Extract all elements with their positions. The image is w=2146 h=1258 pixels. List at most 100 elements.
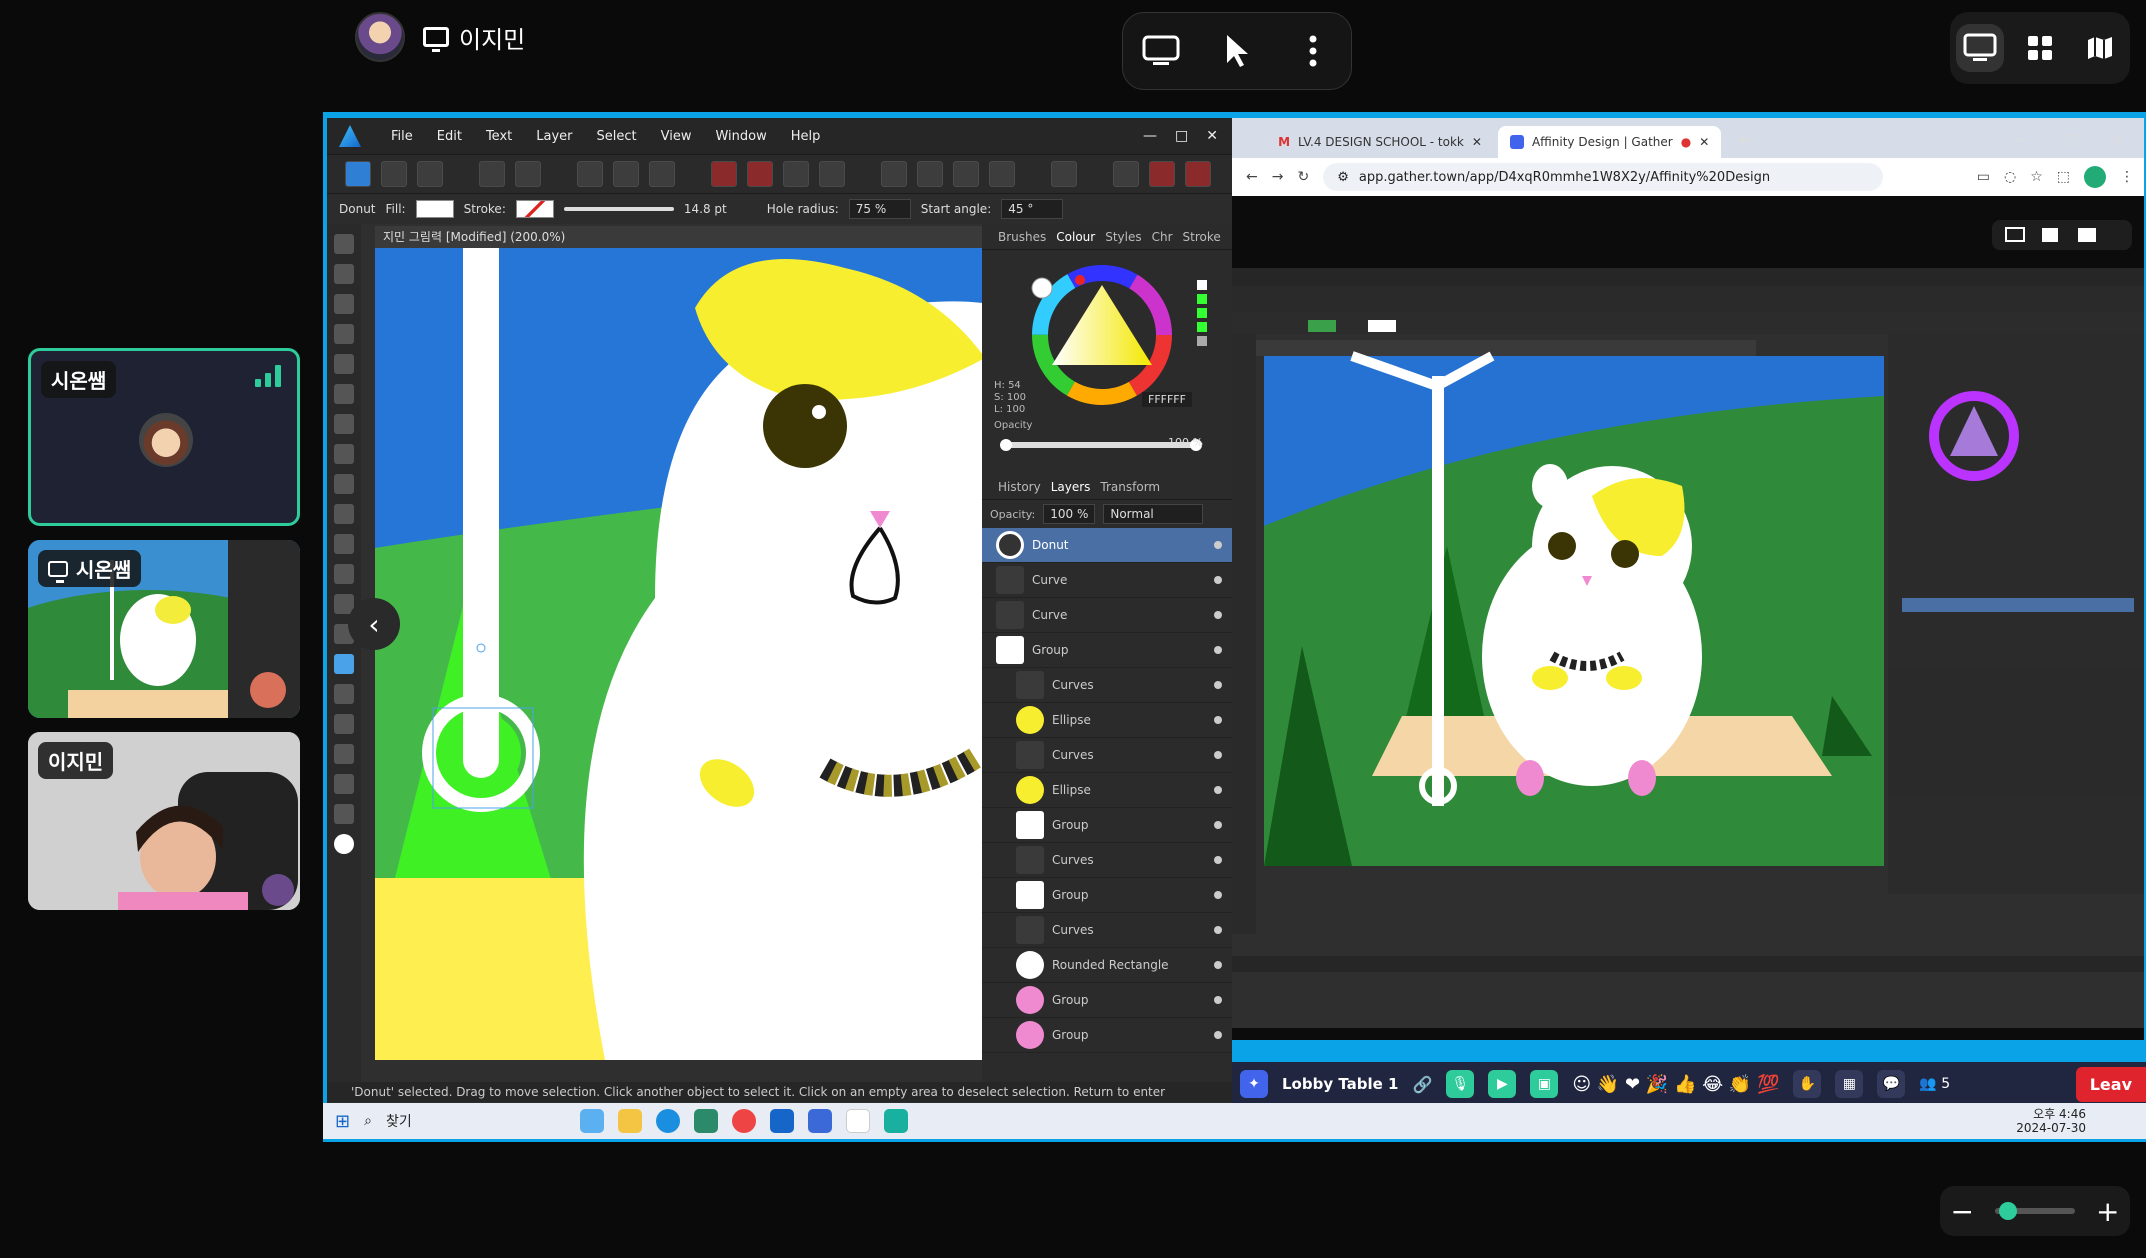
node-tool-icon[interactable] — [334, 294, 354, 314]
artboard-tool-icon[interactable] — [334, 264, 354, 284]
align-icon[interactable] — [1051, 161, 1077, 187]
tab-character[interactable]: Chr — [1152, 230, 1173, 244]
minimize-icon[interactable]: — — [2013, 132, 2027, 148]
screen-view-button[interactable] — [1133, 23, 1189, 79]
donut-tool-icon[interactable] — [334, 654, 354, 674]
layer-opacity-field[interactable]: 100 % — [1043, 504, 1096, 524]
forward-icon[interactable]: → — [1272, 169, 1284, 185]
zoom-slider[interactable] — [1994, 1202, 2075, 1220]
profile-avatar[interactable] — [2084, 166, 2106, 188]
participant-tile-2[interactable]: 시온쌤 — [28, 540, 300, 718]
close-icon[interactable]: ✕ — [2112, 132, 2124, 148]
menu-text[interactable]: Text — [474, 129, 524, 144]
boolean-divide-icon[interactable] — [819, 161, 845, 187]
layer-row[interactable]: Rounded Rectangle — [982, 948, 1232, 983]
gather-logo-icon[interactable]: ✦ — [1240, 1070, 1268, 1098]
task-view-icon[interactable] — [579, 1109, 604, 1133]
zoom-in-icon[interactable]: + — [2096, 1195, 2119, 1228]
rotate-left-icon[interactable] — [953, 161, 979, 187]
measure-tool-icon[interactable] — [334, 774, 354, 794]
color-picker-icon[interactable] — [334, 744, 354, 764]
layer-row[interactable]: Curves — [982, 738, 1232, 773]
browser-tab[interactable]: M LV.4 DESIGN SCHOOL - tokk ✕ — [1266, 126, 1494, 158]
start-angle-field[interactable]: 45 ° — [1001, 199, 1064, 219]
menu-layer[interactable]: Layer — [524, 129, 584, 144]
participant-tile-3[interactable]: 이지민 — [28, 732, 300, 910]
file-explorer-icon[interactable] — [617, 1109, 642, 1133]
taskbar-search[interactable]: 찾기 — [386, 1111, 566, 1131]
designer-persona-icon[interactable] — [345, 161, 371, 187]
text-tool-icon[interactable] — [334, 714, 354, 734]
browser-tab[interactable]: Affinity Design | Gather ● ✕ — [1497, 126, 1722, 158]
layer-row[interactable]: Curve — [982, 598, 1232, 633]
boolean-add-icon[interactable] — [711, 161, 737, 187]
flip-vertical-icon[interactable] — [917, 161, 943, 187]
docs-icon[interactable] — [807, 1109, 832, 1133]
camera-icon[interactable]: ▭ — [1977, 169, 1990, 185]
settings-icon[interactable] — [515, 161, 541, 187]
tab-colour[interactable]: Colour — [1056, 230, 1095, 244]
more-vertical-icon[interactable]: ⋮ — [2120, 169, 2144, 185]
app-icon[interactable] — [693, 1109, 718, 1133]
participant-tile-1[interactable]: 시온쌤 — [28, 348, 300, 526]
menu-window[interactable]: Window — [703, 129, 778, 144]
point-transform-icon[interactable] — [334, 324, 354, 344]
layer-row[interactable]: Curves — [982, 668, 1232, 703]
stroke-width-slider[interactable] — [563, 207, 674, 211]
tab-stroke[interactable]: Stroke — [1183, 230, 1221, 244]
layer-row[interactable]: Group — [982, 878, 1232, 913]
raise-hand-icon[interactable]: ✋ — [1793, 1070, 1822, 1098]
blend-mode-select[interactable]: Normal — [1103, 504, 1204, 524]
menu-file[interactable]: File — [379, 129, 425, 144]
pixel-persona-icon[interactable] — [381, 161, 407, 187]
rotate-right-icon[interactable] — [989, 161, 1015, 187]
fill-swatch[interactable] — [415, 200, 454, 218]
participants-count[interactable]: 👥 5 — [1919, 1076, 1950, 1092]
corner-tool-icon[interactable] — [334, 354, 354, 374]
google-icon[interactable] — [845, 1109, 870, 1133]
pointer-button[interactable] — [1209, 23, 1265, 79]
vector-brush-icon[interactable] — [334, 444, 354, 464]
shape-tool-icon[interactable] — [334, 684, 354, 704]
tab-brushes[interactable]: Brushes — [998, 230, 1046, 244]
reload-icon[interactable]: ↻ — [1297, 169, 1309, 185]
selection-icon[interactable] — [577, 161, 603, 187]
maximize-icon[interactable]: □ — [2063, 132, 2076, 148]
opacity-value[interactable]: 100 % — [1168, 436, 1203, 449]
menu-help[interactable]: Help — [779, 129, 833, 144]
pencil-tool-icon[interactable] — [334, 414, 354, 434]
boolean-intersect-icon[interactable] — [783, 161, 809, 187]
vector-icon[interactable] — [883, 1109, 908, 1133]
collapse-sidebar-button[interactable]: ‹ — [348, 598, 400, 650]
crop-tool-icon[interactable] — [334, 564, 354, 584]
export-persona-icon[interactable] — [417, 161, 443, 187]
drawing-canvas[interactable] — [375, 248, 1010, 1060]
affinity-taskbar-icon[interactable] — [769, 1109, 794, 1133]
layer-row[interactable]: Ellipse — [982, 773, 1232, 808]
windows-start-icon[interactable]: ⊞ — [335, 1111, 350, 1132]
tab-history[interactable]: History — [998, 480, 1041, 494]
eye-off-icon[interactable]: ◌ — [2004, 169, 2016, 185]
maximize-icon[interactable]: □ — [1175, 128, 1188, 144]
menu-edit[interactable]: Edit — [425, 129, 474, 144]
transform-icon[interactable] — [613, 161, 639, 187]
tab-styles[interactable]: Styles — [1105, 230, 1141, 244]
link-icon[interactable]: 🔗 — [1412, 1075, 1432, 1094]
transparency-tool-icon[interactable] — [334, 504, 354, 524]
tab-list-icon[interactable]: ⌄ — [1242, 136, 1262, 158]
place-image-icon[interactable] — [334, 534, 354, 554]
camera-icon[interactable]: ▶ — [1488, 1070, 1517, 1098]
layer-row[interactable]: Curves — [982, 843, 1232, 878]
microphone-icon[interactable]: 🎙 — [1446, 1070, 1475, 1098]
screen-share-button[interactable]: ▣ — [1530, 1070, 1559, 1098]
fill-icon[interactable] — [1149, 161, 1175, 187]
new-tab-icon[interactable]: + — [1725, 128, 1762, 158]
edge-icon[interactable] — [655, 1109, 680, 1133]
close-tab-icon[interactable]: ✕ — [1472, 135, 1482, 149]
tab-layers[interactable]: Layers — [1051, 480, 1091, 494]
layer-row[interactable]: Donut — [982, 528, 1232, 563]
layout-map-button[interactable] — [2076, 24, 2124, 72]
stroke-width-value[interactable]: 14.8 pt — [684, 202, 727, 216]
back-icon[interactable]: ← — [1246, 169, 1258, 185]
layer-row[interactable]: Ellipse — [982, 703, 1232, 738]
